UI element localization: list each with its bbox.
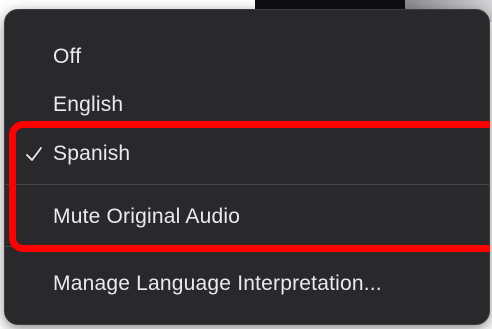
language-interpretation-menu: Off English Spanish Mute Original Audio … <box>4 9 490 325</box>
menu-item-label: Mute Original Audio <box>53 205 241 228</box>
menu-item-off[interactable]: Off <box>5 39 489 75</box>
menu-separator <box>5 246 489 247</box>
screen: Off English Spanish Mute Original Audio … <box>0 0 492 329</box>
menu-item-manage-language-interpretation[interactable]: Manage Language Interpretation... <box>5 266 489 302</box>
menu-separator <box>5 184 489 185</box>
menu-item-label: Spanish <box>53 142 131 165</box>
checkmark-icon <box>26 147 42 161</box>
menu-item-mute-original-audio[interactable]: Mute Original Audio <box>5 199 489 235</box>
menu-item-label: English <box>53 93 124 116</box>
menu-item-label: Off <box>53 45 82 68</box>
menu-item-label: Manage Language Interpretation... <box>53 272 382 295</box>
menu-item-english[interactable]: English <box>5 87 489 123</box>
menu-item-spanish[interactable]: Spanish <box>5 136 489 172</box>
